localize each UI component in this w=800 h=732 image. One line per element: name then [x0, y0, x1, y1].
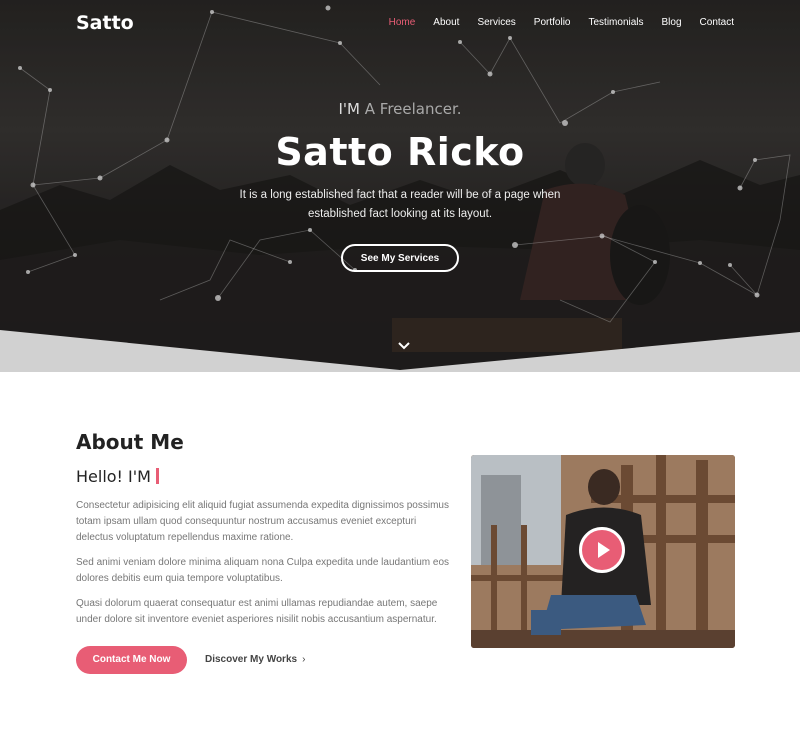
nav-item-contact[interactable]: Contact: [700, 17, 734, 28]
brand-logo[interactable]: Satto: [76, 12, 134, 34]
about-section: About Me Hello! I'M Consectetur adipisic…: [0, 372, 800, 732]
tagline-role: A Freelancer.: [364, 100, 462, 118]
chevron-down-icon[interactable]: [397, 340, 411, 352]
play-icon: [598, 542, 610, 558]
nav-item-portfolio[interactable]: Portfolio: [534, 17, 571, 28]
about-paragraph: Sed animi veniam dolore minima aliquam n…: [76, 557, 450, 584]
typing-caret: [155, 468, 159, 484]
nav-item-about[interactable]: About: [433, 17, 459, 28]
top-navbar: Satto Home About Services Portfolio Test…: [0, 0, 800, 46]
play-button[interactable]: [579, 527, 625, 573]
about-paragraph: Consectetur adipisicing elit aliquid fug…: [76, 500, 449, 543]
about-heading: About Me: [76, 430, 184, 454]
tagline-prefix: I'M: [338, 100, 360, 118]
hero-content: I'M A Freelancer. Satto Ricko It is a lo…: [0, 100, 800, 272]
hello-text: Hello! I'M: [76, 467, 151, 486]
discover-works-link[interactable]: Discover My Works ›: [205, 654, 305, 665]
discover-label: Discover My Works: [205, 654, 298, 665]
nav-menu: Home About Services Portfolio Testimonia…: [371, 17, 734, 28]
about-hello: Hello! I'M: [76, 467, 159, 486]
hero-tagline: I'M A Freelancer.: [0, 100, 800, 118]
nav-item-blog[interactable]: Blog: [662, 17, 682, 28]
chevron-right-icon: ›: [302, 654, 306, 665]
nav-item-home[interactable]: Home: [389, 17, 416, 28]
see-services-button[interactable]: See My Services: [340, 244, 460, 272]
nav-item-testimonials[interactable]: Testimonials: [588, 17, 643, 28]
nav-item-services[interactable]: Services: [477, 17, 515, 28]
about-video-thumbnail[interactable]: [471, 455, 735, 648]
contact-me-button[interactable]: Contact Me Now: [76, 646, 187, 674]
hero-name: Satto Ricko: [275, 130, 525, 174]
about-paragraph: Quasi dolorum quaerat consequatur est an…: [76, 598, 438, 625]
hero-section: Satto Home About Services Portfolio Test…: [0, 0, 800, 372]
hero-subtitle: It is a long established fact that a rea…: [239, 189, 561, 220]
